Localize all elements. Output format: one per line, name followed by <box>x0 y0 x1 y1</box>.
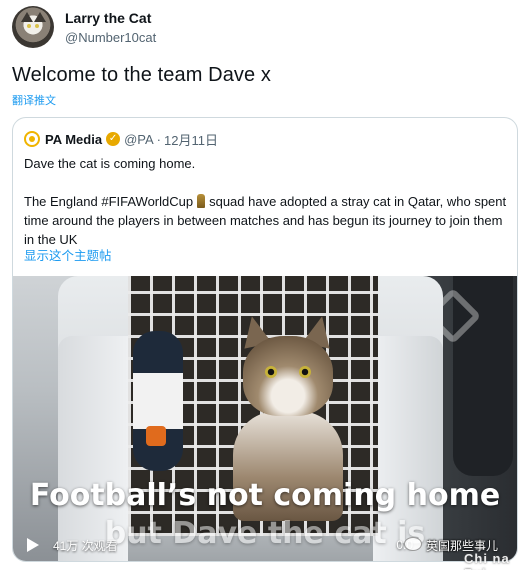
separator: · <box>156 131 161 147</box>
play-icon[interactable] <box>27 538 39 552</box>
quoted-text-paragraph: The England #FIFAWorldCup squad have adop… <box>24 192 508 249</box>
verified-badge-icon: ✓ <box>106 132 121 146</box>
tweet-text: Welcome to the team Dave x <box>12 64 272 86</box>
quoted-author-handle[interactable]: @PA <box>124 132 154 147</box>
quoted-tweet-date[interactable]: 12月11日 <box>164 130 218 149</box>
quoted-author-name[interactable]: PA Media <box>45 132 102 147</box>
view-count: 41万 次观看 <box>53 538 118 553</box>
show-thread-link[interactable]: 显示这个主题帖 <box>24 245 112 264</box>
quoted-tweet-body: Dave the cat is coming home. The England… <box>24 154 508 249</box>
author-handle[interactable]: @Number10cat <box>65 30 156 45</box>
author-display-name[interactable]: Larry the Cat <box>65 10 151 26</box>
trophy-icon <box>197 194 206 208</box>
quoted-tweet-header: PA Media ✓ @PA · 12月11日 <box>24 129 218 149</box>
watermark-subtext: Chi na Zui <box>464 551 510 570</box>
wechat-icon <box>404 537 422 551</box>
tweet-header: Larry the Cat @Number10cat <box>12 6 512 50</box>
avatar[interactable] <box>12 6 54 48</box>
carrier-latch <box>133 331 183 471</box>
quoted-text-before-emoji: The England #FIFAWorldCup <box>24 194 194 209</box>
pa-media-logo <box>24 131 40 147</box>
translate-tweet-link[interactable]: 翻译推文 <box>12 92 56 108</box>
video-player[interactable]: Football’s not coming home but Dave the … <box>13 276 517 561</box>
video-caption-line1: Football’s not coming home <box>29 478 501 513</box>
quoted-tweet-card[interactable]: PA Media ✓ @PA · 12月11日 Dave the cat is … <box>12 117 518 562</box>
quoted-text-line1: Dave the cat is coming home. <box>24 156 196 171</box>
wechat-watermark: 英国那些事儿 Chi na Zui <box>400 531 520 570</box>
